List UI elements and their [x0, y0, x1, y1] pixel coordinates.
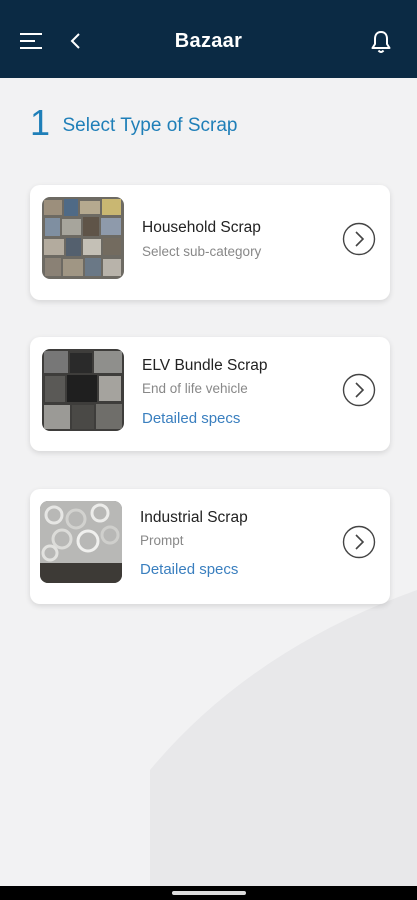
card-title: Industrial Scrap	[140, 509, 248, 526]
home-indicator[interactable]	[172, 891, 246, 895]
step-label: Select Type of Scrap	[62, 115, 238, 136]
app-header: Bazaar	[0, 0, 417, 78]
bell-icon[interactable]	[369, 29, 393, 55]
step-number: 1	[30, 102, 51, 143]
card-subtitle: End of life vehicle	[142, 381, 248, 396]
card-industrial-scrap[interactable]: Industrial Scrap Prompt Detailed specs	[30, 489, 390, 604]
background-curve	[150, 590, 417, 890]
detailed-specs-link[interactable]: Detailed specs	[140, 561, 238, 578]
step-heading: 1 Select Type of Scrap	[30, 102, 237, 144]
card-title: Household Scrap	[142, 219, 261, 236]
card-household-scrap[interactable]: Household Scrap Select sub-category	[30, 185, 390, 300]
card-subtitle: Prompt	[140, 533, 184, 548]
chevron-right-circle-icon[interactable]	[342, 222, 376, 256]
page-title: Bazaar	[174, 30, 243, 52]
industrial-scrap-image	[40, 501, 122, 583]
card-elv-bundle-scrap[interactable]: ELV Bundle Scrap End of life vehicle Det…	[30, 337, 390, 451]
card-subtitle: Select sub-category	[142, 244, 262, 259]
detailed-specs-link[interactable]: Detailed specs	[142, 410, 240, 427]
chevron-right-circle-icon[interactable]	[342, 525, 376, 559]
card-title: ELV Bundle Scrap	[142, 357, 268, 374]
elv-bundle-scrap-image	[42, 349, 124, 431]
household-scrap-image	[42, 197, 124, 279]
chevron-right-circle-icon[interactable]	[342, 373, 376, 407]
